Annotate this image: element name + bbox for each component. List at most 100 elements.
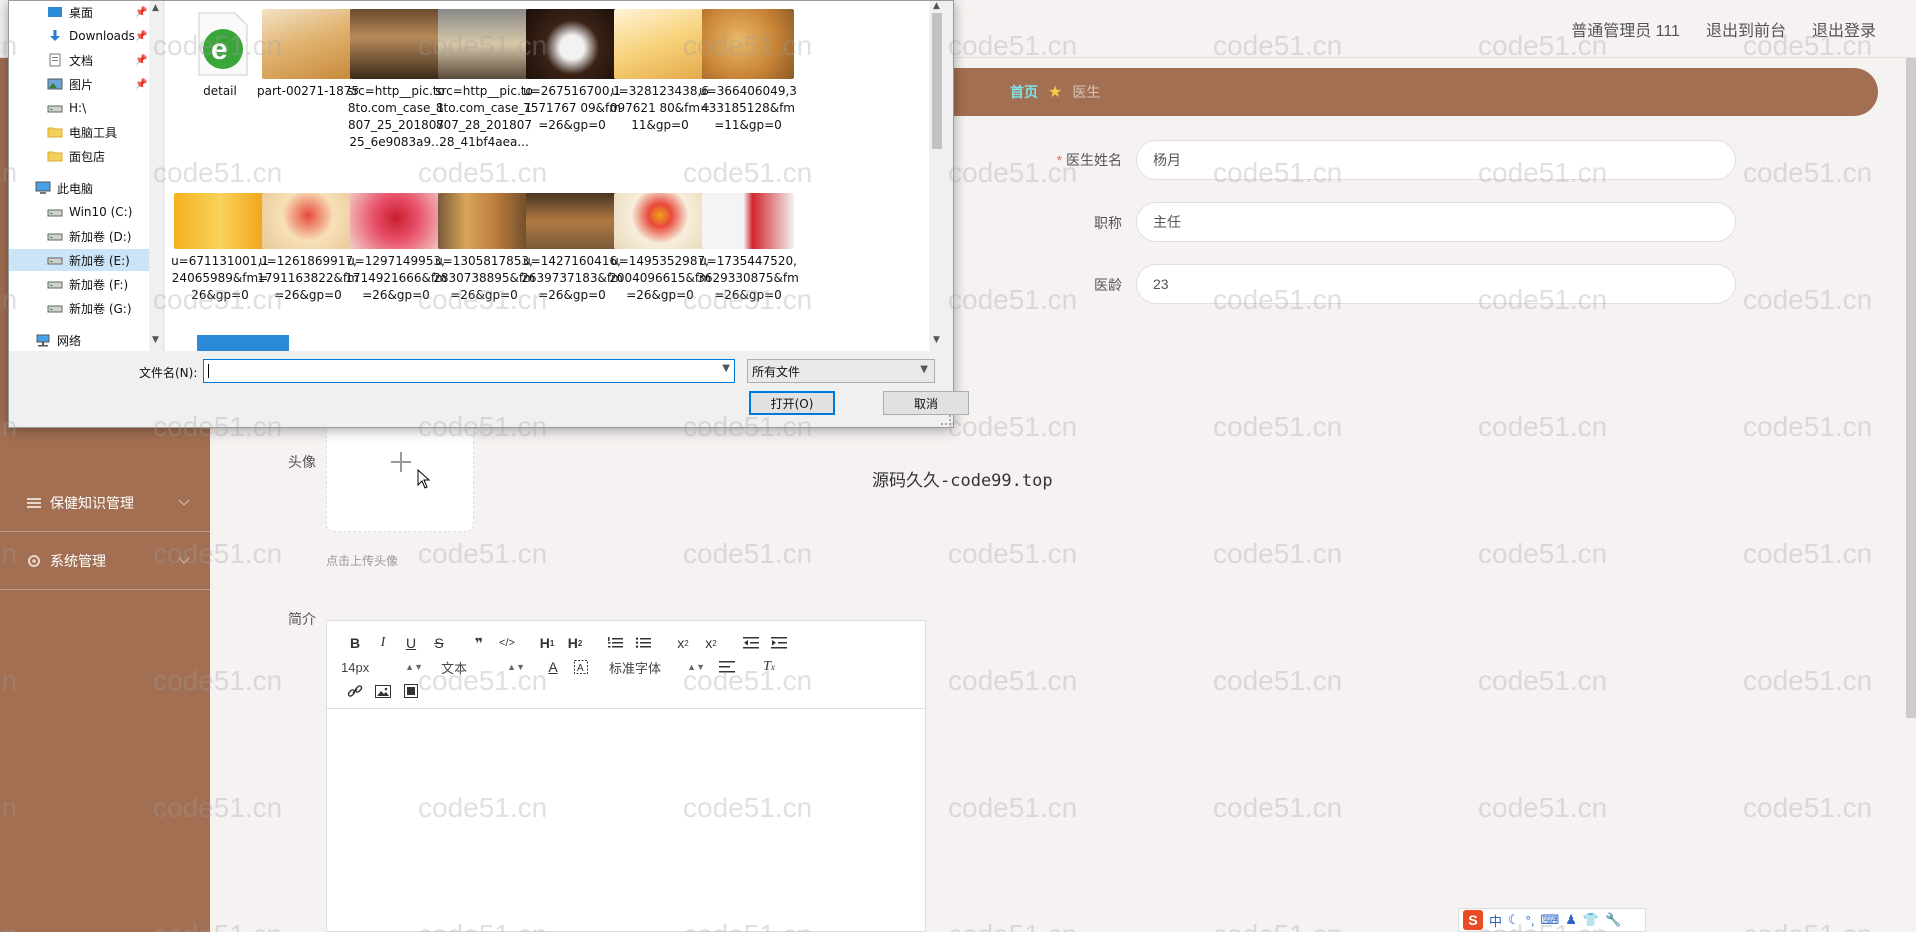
italic-button[interactable]: I	[369, 632, 397, 654]
keyboard-icon[interactable]: ⌨	[1540, 912, 1559, 928]
tree-scrollbar[interactable]: ▲ ▼	[149, 1, 163, 351]
years-field[interactable]: 23	[1136, 264, 1736, 304]
rich-text-editor[interactable]: B I U S ❞ </> H1 H2 x2 x2 14px ▲▼ 文本 ▲▼ …	[326, 620, 926, 932]
image-thumbnail	[262, 193, 354, 249]
superscript-button[interactable]: x2	[697, 632, 725, 654]
h2-button[interactable]: H2	[561, 632, 589, 654]
title-field[interactable]: 主任	[1136, 202, 1736, 242]
clear-format-button[interactable]: Tx	[755, 656, 783, 678]
shirt-icon[interactable]: 👕	[1583, 912, 1599, 928]
back-to-front-link[interactable]: 退出到前台	[1706, 17, 1786, 41]
outdent-icon[interactable]	[737, 632, 765, 654]
watermark-text: code51.cn	[1478, 411, 1608, 442]
subscript-button[interactable]: x2	[669, 632, 697, 654]
tree-item[interactable]: 新加卷 (F:)	[9, 273, 149, 295]
tree-item[interactable]: Downloads 📌	[9, 25, 149, 47]
punctuation-icon[interactable]: °,	[1526, 913, 1535, 928]
strike-button[interactable]: S	[425, 632, 453, 654]
tree-item[interactable]: 网络	[9, 329, 149, 351]
font-family-picker[interactable]: 标准字体 ▲▼	[609, 658, 705, 677]
font-size-picker[interactable]: 14px ▲▼	[341, 660, 423, 675]
tree-item[interactable]: 面包店	[9, 145, 149, 167]
years-label: 医龄	[1094, 277, 1122, 293]
bullet-list-icon[interactable]	[629, 632, 657, 654]
cancel-button[interactable]: 取消	[883, 391, 969, 415]
tree-item-label: Win10 (C:)	[69, 205, 133, 219]
chevron-down-icon: ▼	[920, 364, 928, 375]
avatar-upload-tip: 点击上传头像	[326, 554, 399, 568]
open-button[interactable]: 打开(O)	[749, 391, 835, 415]
editor-toolbar: B I U S ❞ </> H1 H2 x2 x2 14px ▲▼ 文本 ▲▼ …	[327, 621, 925, 709]
align-icon[interactable]	[713, 656, 741, 678]
moon-icon[interactable]: ☾	[1508, 912, 1520, 928]
filetype-select[interactable]: 所有文件 ▼	[747, 359, 935, 383]
watermark-text: code51.cn	[1743, 284, 1873, 315]
underline-button[interactable]: U	[397, 632, 425, 654]
tree-item[interactable]: 电脑工具	[9, 121, 149, 143]
indent-icon[interactable]	[765, 632, 793, 654]
sidebar-item-label: 系统管理	[50, 552, 106, 569]
wrench-icon[interactable]: 🔧	[1605, 912, 1621, 928]
tree-item[interactable]: 新加卷 (E:)	[9, 249, 149, 271]
ime-mode[interactable]: 中	[1489, 911, 1502, 930]
person-icon[interactable]: ♟	[1565, 912, 1577, 928]
scroll-down-icon[interactable]: ▼	[933, 335, 940, 345]
tree-item[interactable]: 新加卷 (G:)	[9, 297, 149, 319]
tree-item[interactable]: H:\	[9, 97, 149, 119]
tree-item[interactable]: 文档 📌	[9, 49, 149, 71]
scroll-up-icon[interactable]: ▲	[152, 3, 159, 13]
image-thumbnail	[350, 193, 442, 249]
filename-input[interactable]: ▼	[203, 359, 735, 383]
chevron-down-icon	[178, 494, 190, 506]
tree-item[interactable]: 桌面 📌	[9, 1, 149, 23]
breadcrumb-home[interactable]: 首页	[1010, 82, 1038, 102]
h1-button[interactable]: H1	[533, 632, 561, 654]
picture-icon	[47, 77, 63, 91]
tree-item[interactable]: 新加卷 (D:)	[9, 225, 149, 247]
tree-item-label: 网络	[57, 333, 82, 348]
tree-item[interactable]: 图片 📌	[9, 73, 149, 95]
bold-button[interactable]: B	[341, 632, 369, 654]
watermark-text: code51.cn	[1743, 157, 1873, 188]
image-thumbnail	[526, 9, 618, 79]
watermark-text: code51.cn	[948, 792, 1078, 823]
scroll-down-icon[interactable]: ▼	[152, 335, 159, 345]
scroll-thumb[interactable]	[932, 13, 942, 149]
file-grid-scrollbar[interactable]: ▲ ▼	[929, 1, 945, 351]
ordered-list-icon[interactable]	[601, 632, 629, 654]
avatar-label: 头像	[288, 454, 316, 470]
sidebar-item-system[interactable]: 系统管理	[0, 532, 210, 590]
code-block-button[interactable]: </>	[493, 632, 521, 654]
watermark-text: code51.cn	[948, 411, 1078, 442]
link-icon[interactable]	[341, 680, 369, 702]
sidebar-item-health-knowledge[interactable]: 保健知识管理	[0, 474, 210, 532]
sogou-icon[interactable]: S	[1463, 910, 1483, 930]
page-scrollbar[interactable]	[1906, 58, 1916, 718]
image-thumbnail	[438, 193, 530, 249]
blockquote-button[interactable]: ❞	[465, 632, 493, 654]
tree-item[interactable]: Win10 (C:)	[9, 201, 149, 223]
resize-grip[interactable]	[941, 415, 951, 425]
header-picker[interactable]: 文本 ▲▼	[441, 658, 525, 677]
file-item[interactable]: u=366406049,3433185128&fm=11&gp=0	[695, 9, 801, 134]
sidebar-item-label: 保健知识管理	[50, 494, 134, 511]
drive-icon	[47, 229, 63, 243]
tree-item[interactable]: 此电脑	[9, 177, 149, 199]
title-label: 职称	[1094, 215, 1122, 231]
logout-link[interactable]: 退出登录	[1812, 17, 1876, 41]
doctor-name-label: * 医生姓名	[1056, 152, 1122, 168]
image-icon[interactable]	[369, 680, 397, 702]
avatar-uploader[interactable]	[326, 412, 474, 532]
doctor-name-field[interactable]: 杨月	[1136, 140, 1736, 180]
chevron-down-icon[interactable]: ▼	[722, 363, 730, 374]
video-icon[interactable]	[397, 680, 425, 702]
watermark-text: code51.cn	[948, 538, 1078, 569]
desktop-icon	[47, 5, 63, 19]
file-item[interactable]: u=1735447520,3629330875&fm=26&gp=0	[695, 179, 801, 304]
watermark-text: code51.cn	[418, 538, 548, 569]
text-color-button[interactable]: A	[539, 656, 567, 678]
background-color-button[interactable]: A	[567, 656, 595, 678]
scroll-up-icon[interactable]: ▲	[933, 1, 940, 11]
network-icon	[35, 333, 51, 347]
computer-icon	[35, 181, 51, 195]
